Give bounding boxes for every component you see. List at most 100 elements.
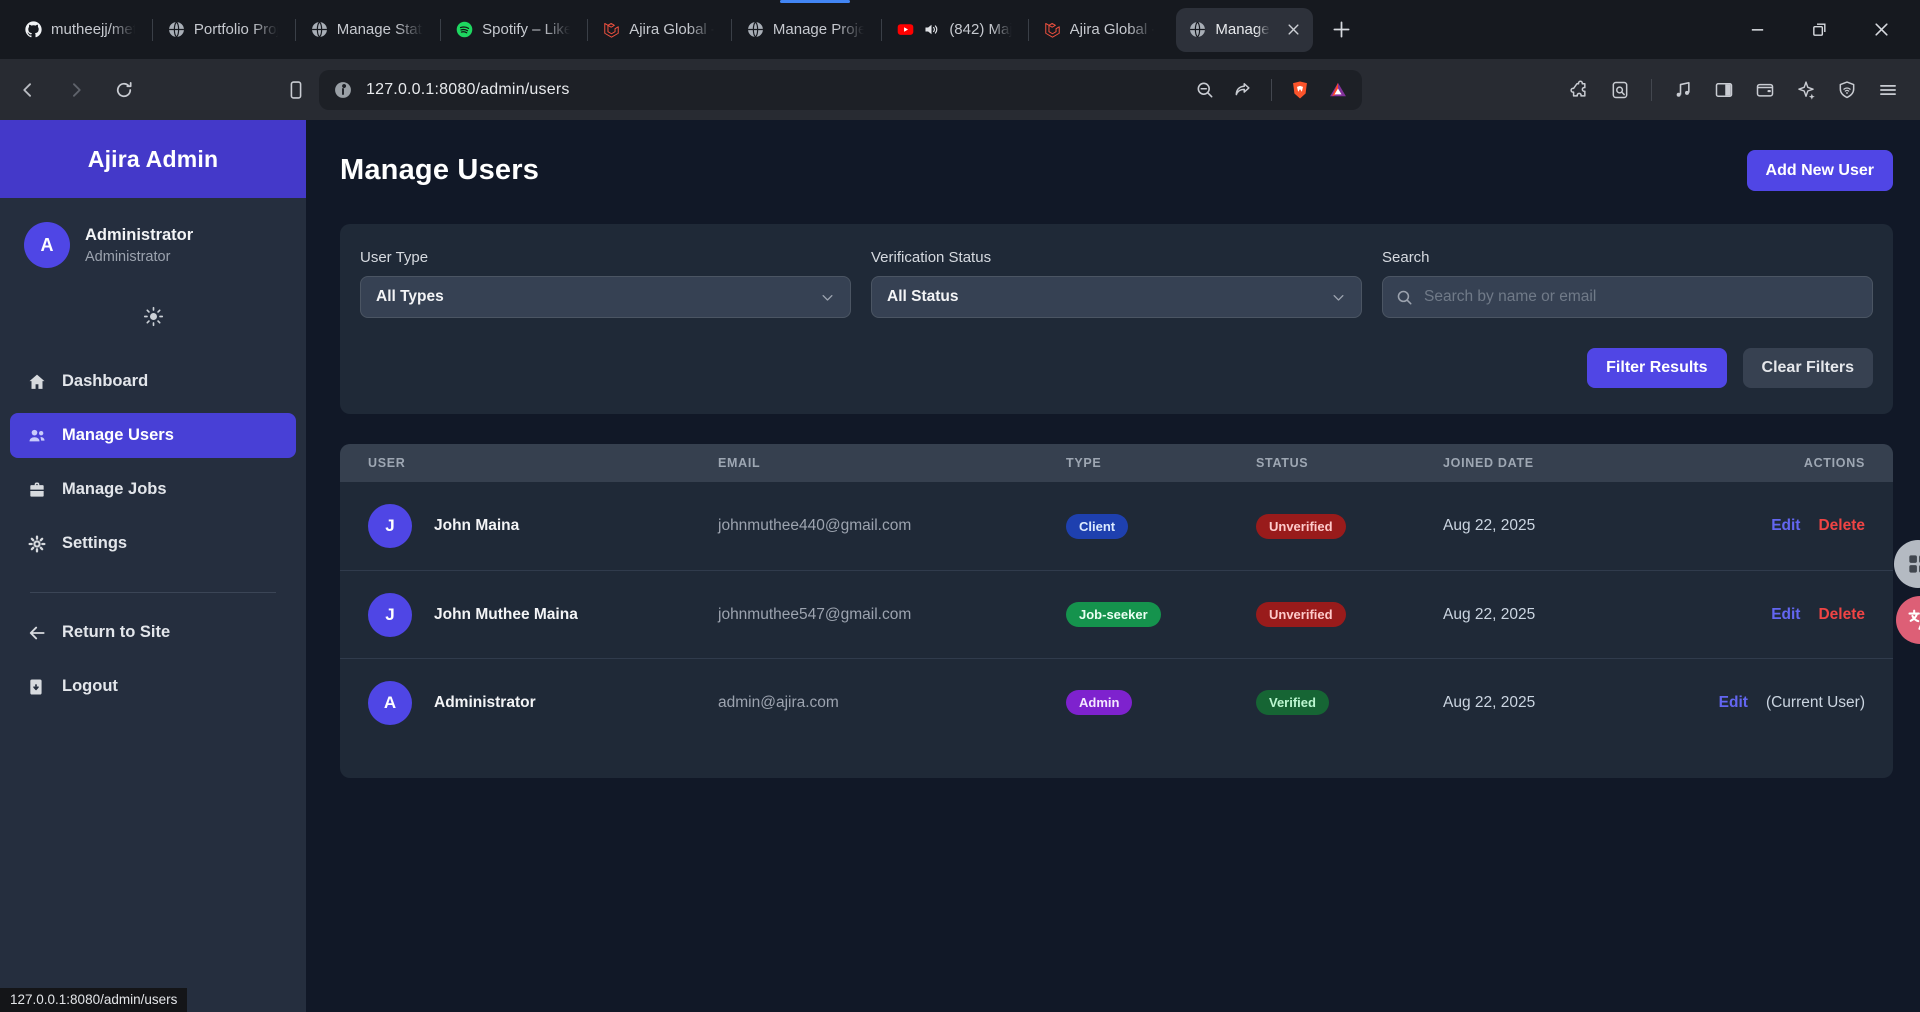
bookmark-icon <box>286 80 306 100</box>
filter-results-button[interactable]: Filter Results <box>1587 348 1726 388</box>
reload-button[interactable] <box>114 80 134 100</box>
divider <box>1651 79 1652 101</box>
site-info-icon[interactable] <box>333 80 353 100</box>
back-button[interactable] <box>18 80 38 100</box>
theme-toggle-button[interactable] <box>0 306 306 327</box>
browser-tab-bar: mutheejj/met Portfolio Proj Manage Stati… <box>0 0 1920 59</box>
globe-icon <box>311 21 328 38</box>
logout-icon <box>27 677 47 697</box>
forward-button[interactable] <box>66 80 86 100</box>
tab-close-button[interactable] <box>1287 23 1300 36</box>
page-header: Manage Users Add New User <box>340 150 1893 191</box>
tab-portfolio[interactable]: Portfolio Proj <box>153 0 295 59</box>
type-badge: Job-seeker <box>1066 602 1161 627</box>
globe-icon <box>747 21 764 38</box>
github-icon <box>25 21 42 38</box>
browser-toolbar: 127.0.0.1:8080/admin/users <box>0 59 1920 120</box>
zoom-out-icon[interactable] <box>1195 80 1215 100</box>
tab-label: Manage Proje <box>773 21 866 38</box>
tab-label: Manage Stati <box>337 21 425 38</box>
audio-speaker-icon[interactable] <box>923 21 940 38</box>
avatar: A <box>368 681 412 725</box>
user-name: John Maina <box>434 517 519 535</box>
filter-search: Search <box>1382 249 1873 318</box>
users-table: USER EMAIL TYPE STATUS JOINED DATE ACTIO… <box>340 444 1893 778</box>
table-row: J John Maina johnmuthee440@gmail.com Cli… <box>340 482 1893 570</box>
tab-ajira-global-1[interactable]: Ajira Global - <box>588 0 731 59</box>
brave-shields-icon[interactable] <box>1290 80 1310 100</box>
gear-icon <box>27 534 47 554</box>
sidebar-item-settings[interactable]: Settings <box>10 521 296 566</box>
new-tab-button[interactable] <box>1332 20 1351 39</box>
tab-label: (842) Maj <box>949 21 1012 38</box>
search-icon <box>1396 289 1413 306</box>
screenshot-tool-icon[interactable] <box>1610 80 1630 100</box>
edit-link[interactable]: Edit <box>1771 606 1800 624</box>
sidebar: Ajira Admin A Administrator Administrato… <box>0 120 306 1012</box>
address-bar[interactable]: 127.0.0.1:8080/admin/users <box>319 70 1362 110</box>
tab-manage-users-active[interactable]: Manage <box>1176 8 1312 52</box>
profile-block: A Administrator Administrator <box>0 198 306 276</box>
add-new-user-button[interactable]: Add New User <box>1747 150 1893 191</box>
status-badge: Unverified <box>1256 514 1346 539</box>
sidebar-item-label: Return to Site <box>62 623 170 642</box>
laravel-icon <box>603 21 620 38</box>
avatar: J <box>368 504 412 548</box>
avatar: A <box>24 222 70 268</box>
bookmark-button[interactable] <box>286 80 306 100</box>
column-header-actions: ACTIONS <box>1675 456 1865 470</box>
delete-link[interactable]: Delete <box>1818 517 1865 535</box>
close-icon <box>1287 23 1300 36</box>
divider <box>1271 79 1272 101</box>
bat-rewards-icon[interactable] <box>1328 80 1348 100</box>
clear-filters-button[interactable]: Clear Filters <box>1743 348 1873 388</box>
sidebar-panel-icon[interactable] <box>1714 80 1734 100</box>
type-badge: Admin <box>1066 690 1132 715</box>
joined-date: Aug 22, 2025 <box>1443 694 1675 712</box>
home-icon <box>27 372 47 392</box>
tab-label: Spotify – Like <box>482 21 572 38</box>
main-content: Manage Users Add New User User Type All … <box>306 120 1920 1012</box>
edit-link[interactable]: Edit <box>1771 517 1800 535</box>
type-badge: Client <box>1066 514 1128 539</box>
tab-manage-projects[interactable]: Manage Proje <box>732 0 881 59</box>
tab-manage-stations[interactable]: Manage Stati <box>296 0 440 59</box>
menu-hamburger-icon[interactable] <box>1878 80 1898 100</box>
tab-ajira-global-2[interactable]: Ajira Global - <box>1029 0 1172 59</box>
tab-loading-indicator <box>780 0 850 3</box>
user-type-select[interactable]: All Types <box>360 276 851 318</box>
sidebar-item-dashboard[interactable]: Dashboard <box>10 359 296 404</box>
minimize-button[interactable] <box>1749 21 1766 38</box>
music-playing-icon[interactable] <box>1673 80 1693 100</box>
address-bar-actions <box>1195 79 1348 101</box>
column-header-type: TYPE <box>1066 456 1256 470</box>
verification-value: All Status <box>887 288 958 306</box>
sidebar-item-manage-users[interactable]: Manage Users <box>10 413 296 458</box>
wallet-icon[interactable] <box>1755 80 1775 100</box>
youtube-icon <box>897 21 914 38</box>
leo-ai-sparkle-icon[interactable] <box>1796 80 1816 100</box>
edit-link[interactable]: Edit <box>1719 694 1748 712</box>
url-text[interactable]: 127.0.0.1:8080/admin/users <box>366 81 1182 99</box>
extensions-puzzle-icon[interactable] <box>1569 80 1589 100</box>
delete-link[interactable]: Delete <box>1818 606 1865 624</box>
share-icon[interactable] <box>1233 80 1253 100</box>
search-input[interactable] <box>1424 288 1859 306</box>
verification-select[interactable]: All Status <box>871 276 1362 318</box>
column-header-joined: JOINED DATE <box>1443 456 1675 470</box>
sun-icon <box>143 306 164 327</box>
sidebar-item-manage-jobs[interactable]: Manage Jobs <box>10 467 296 512</box>
tab-label: Manage <box>1215 21 1269 38</box>
status-badge: Verified <box>1256 690 1329 715</box>
profile-name: Administrator <box>85 226 193 245</box>
tab-youtube[interactable]: (842) Maj <box>882 0 1027 59</box>
joined-date: Aug 22, 2025 <box>1443 517 1675 535</box>
restore-button[interactable] <box>1811 21 1828 38</box>
tab-github[interactable]: mutheejj/met <box>10 0 152 59</box>
vpn-shield-icon[interactable] <box>1837 80 1857 100</box>
tab-spotify[interactable]: Spotify – Like <box>441 0 587 59</box>
close-window-button[interactable] <box>1873 21 1890 38</box>
user-name: Administrator <box>434 694 536 712</box>
sidebar-item-return-to-site[interactable]: Return to Site <box>10 610 296 655</box>
sidebar-item-logout[interactable]: Logout <box>10 664 296 709</box>
